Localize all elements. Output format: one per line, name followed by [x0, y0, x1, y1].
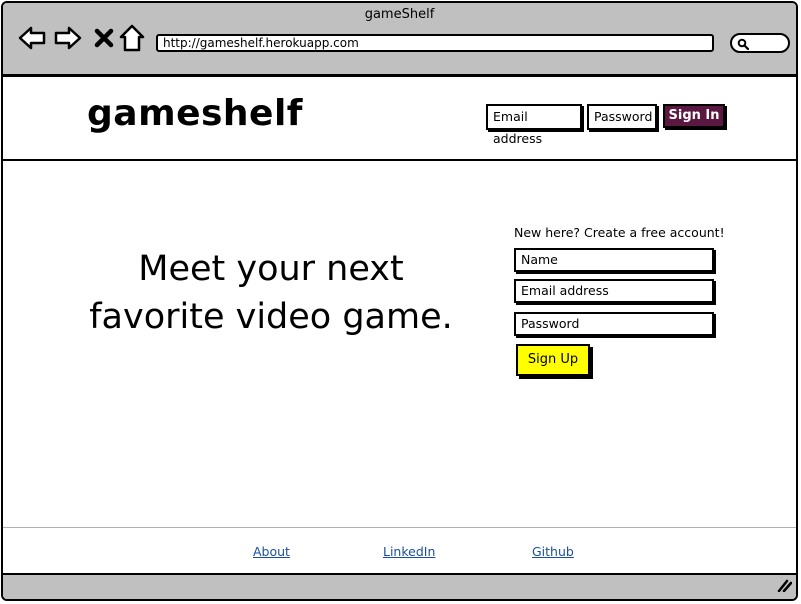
signup-password-input[interactable]: Password — [514, 312, 714, 336]
footer-link-linkedin[interactable]: LinkedIn — [383, 544, 435, 559]
hero-line-1: Meet your next — [138, 249, 404, 289]
hero-line-2: favorite video game. — [89, 297, 453, 337]
home-button[interactable] — [117, 24, 147, 56]
browser-window: gameShelf http://gameshelf.herokuapp.com… — [1, 1, 798, 601]
signup-email-input[interactable]: Email address — [514, 279, 714, 303]
window-title: gameShelf — [364, 7, 435, 22]
signup-prompt: New here? Create a free account! — [514, 225, 725, 240]
stop-button[interactable] — [89, 25, 119, 55]
browser-search-box[interactable] — [730, 33, 790, 53]
signup-name-input[interactable]: Name — [514, 248, 714, 272]
site-footer: About LinkedIn Github — [3, 527, 796, 576]
logo[interactable]: gameshelf — [87, 93, 303, 134]
header-password-input[interactable]: Password — [587, 104, 657, 130]
back-arrow-icon — [18, 25, 46, 55]
status-bar — [3, 573, 796, 599]
hero-tagline: Meet your next favorite video game. — [75, 245, 467, 341]
forward-arrow-icon — [54, 25, 82, 55]
resize-grip-icon[interactable] — [776, 576, 793, 596]
address-bar[interactable]: http://gameshelf.herokuapp.com — [156, 34, 714, 52]
footer-link-about[interactable]: About — [253, 544, 290, 559]
forward-button[interactable] — [53, 25, 83, 55]
sign-in-button[interactable]: Sign In — [663, 104, 725, 128]
home-icon — [119, 24, 145, 56]
stop-icon — [93, 27, 115, 53]
header-email-input[interactable]: Email address — [486, 104, 582, 146]
back-button[interactable] — [17, 25, 47, 55]
site-header: gameshelf Email address Password Sign In — [3, 77, 796, 161]
footer-link-github[interactable]: Github — [532, 544, 574, 559]
sign-up-button[interactable]: Sign Up — [516, 344, 590, 376]
browser-chrome: gameShelf http://gameshelf.herokuapp.com — [3, 3, 796, 77]
